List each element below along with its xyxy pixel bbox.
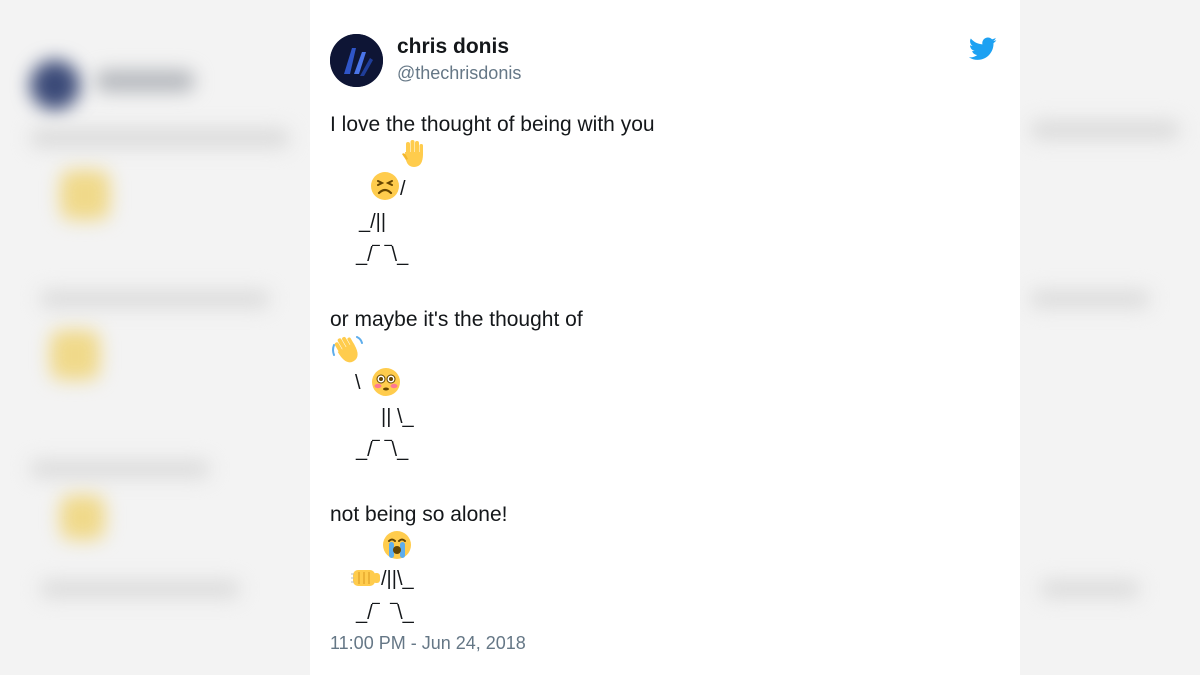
avatar[interactable] bbox=[330, 34, 383, 87]
tweet-text-line-2: or maybe it's the thought of bbox=[330, 308, 583, 331]
tweet-text-line-1: I love the thought of being with you bbox=[330, 113, 655, 136]
tweet-text-line-3: not being so alone! bbox=[330, 503, 508, 526]
raised-hand-icon bbox=[401, 140, 427, 173]
tweet-card[interactable]: chris donis @thechrisdonis I love the th… bbox=[310, 0, 1020, 675]
figure-1-row-4: _/‾ ‾\_ bbox=[356, 244, 409, 266]
waving-hand-icon bbox=[331, 335, 363, 370]
twitter-bird-icon[interactable] bbox=[968, 37, 997, 61]
figure-2-row-3: || \_ bbox=[381, 406, 414, 428]
figure-2-row-4: _/‾ ‾\_ bbox=[356, 439, 409, 461]
figure-1-row-3: _/|| bbox=[359, 211, 387, 233]
user-handle[interactable]: @thechrisdonis bbox=[397, 63, 521, 84]
display-name[interactable]: chris donis bbox=[397, 35, 509, 59]
figure-3-row-2: /||\_ bbox=[381, 568, 414, 590]
tweet-timestamp[interactable]: 11:00 PM - Jun 24, 2018 bbox=[330, 633, 526, 654]
flushed-face-icon bbox=[371, 367, 401, 402]
figure-2-row-2: \ bbox=[355, 372, 361, 394]
fist-bump-icon bbox=[351, 566, 381, 595]
figure-1-row-2: / bbox=[400, 178, 406, 200]
figure-3-row-3: _/‾ ‾\_ bbox=[356, 602, 414, 624]
persevering-face-icon bbox=[370, 171, 400, 206]
crying-face-icon bbox=[382, 530, 412, 565]
